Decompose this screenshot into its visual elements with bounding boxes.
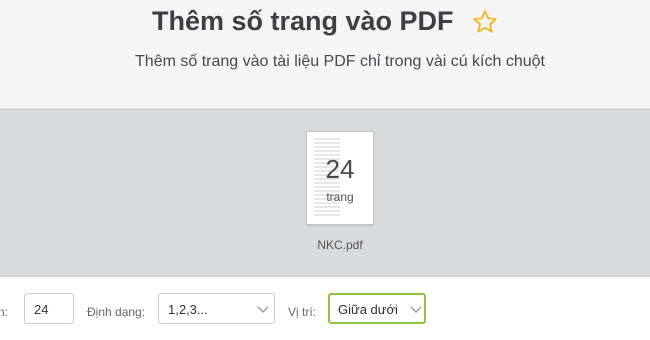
format-label: Định dạng: [87,305,146,319]
page-header: Thêm số trang vào PDF Thêm số trang vào … [0,0,650,109]
chevron-down-icon [410,306,422,313]
format-value: 1,2,3... [168,302,208,317]
page-count: 24 [325,154,355,184]
file-thumbnail[interactable]: 24 trang [306,131,374,225]
position-label: Vị trí: [288,305,317,319]
page-subtitle: Thêm số trang vào tài liệu PDF chỉ trong… [135,53,545,70]
chevron-down-icon [257,306,269,313]
star-icon[interactable] [472,9,498,35]
start-number-input[interactable]: 24 [24,293,74,324]
page-unit: trang [326,190,354,204]
start-number-value: 24 [34,302,49,317]
position-select[interactable]: Giữa dưới [328,293,426,324]
file-workspace: 24 trang NKC.pdf [0,109,650,278]
title-row: Thêm số trang vào PDF [0,6,650,37]
format-select[interactable]: 1,2,3... [158,293,275,324]
position-value: Giữa dưới [338,302,398,317]
page-title: Thêm số trang vào PDF [151,6,454,36]
file-name: NKC.pdf [317,238,363,252]
options-bar: n: 24 Định dạng: 1,2,3... Vị trí: Giữa d… [0,277,650,340]
start-number-label: n: [0,305,9,319]
